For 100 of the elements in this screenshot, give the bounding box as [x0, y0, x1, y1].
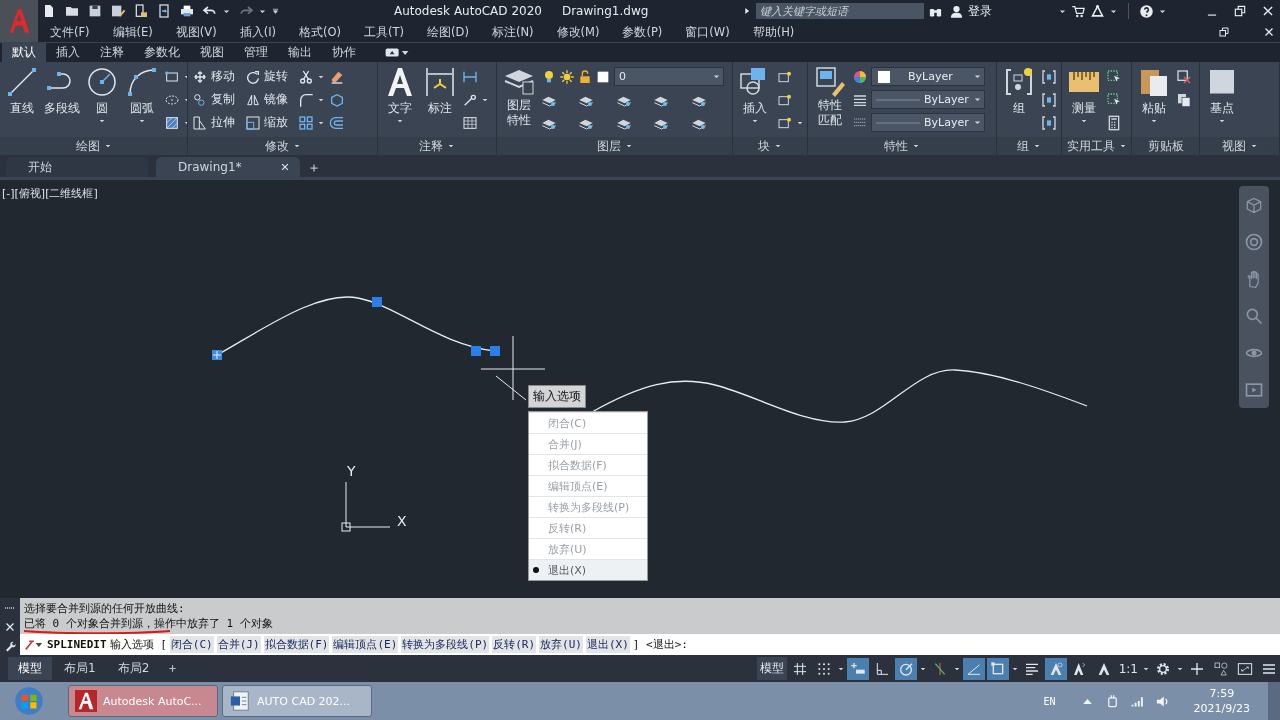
- panel-title-button[interactable]: 图层: [497, 137, 732, 155]
- array-tool-icon[interactable]: [298, 114, 314, 131]
- panel-title-button[interactable]: 绘图: [0, 137, 187, 155]
- ribbon-tool-button[interactable]: 测量: [1066, 66, 1102, 125]
- ribbon-tool-button[interactable]: 插入: [737, 66, 773, 125]
- ribbon-tab[interactable]: 注释: [90, 43, 134, 62]
- customize-dropdown-icon[interactable]: [271, 6, 280, 16]
- layout-tab[interactable]: 布局1: [54, 657, 106, 680]
- cart-icon[interactable]: [1071, 3, 1087, 19]
- ribbon-tool-button[interactable]: 圆: [84, 66, 120, 125]
- tracking-icon[interactable]: [962, 657, 985, 680]
- search-field[interactable]: 键入关键字或短语: [756, 3, 925, 19]
- calculator-icon[interactable]: [1106, 114, 1122, 131]
- ribbon-tool-button[interactable]: 图层特性: [501, 66, 537, 128]
- restore-icon[interactable]: [1233, 4, 1247, 18]
- ribbon-tool-button[interactable]: 多段线: [44, 66, 80, 117]
- cube-icon[interactable]: [329, 91, 345, 108]
- menu-item[interactable]: 编辑(E): [112, 24, 153, 40]
- close-icon[interactable]: [1261, 4, 1275, 18]
- ribbon-tool-button[interactable]: 复制: [192, 89, 241, 110]
- panel-title-button[interactable]: 剪贴板: [1132, 137, 1199, 155]
- ribbon-tool-button[interactable]: 旋转: [245, 66, 294, 87]
- dropdown[interactable]: ByLayer: [871, 67, 985, 86]
- ribbon-tool-button[interactable]: 基点: [1204, 66, 1240, 125]
- print-icon[interactable]: [179, 3, 195, 19]
- ribbon-tab[interactable]: 管理: [234, 43, 278, 62]
- polar-icon[interactable]: [894, 657, 917, 680]
- group-tool-icon[interactable]: [1041, 91, 1057, 108]
- dropdown[interactable]: ByLayer: [871, 113, 985, 132]
- grip-handle[interactable]: [372, 297, 382, 307]
- panel-title-button[interactable]: 组: [997, 137, 1061, 155]
- ribbon-tab[interactable]: 默认: [2, 43, 46, 62]
- command-option-link[interactable]: 拟合数据(F): [263, 636, 330, 653]
- group-tool-icon[interactable]: [1041, 68, 1057, 85]
- viewport-controls-label[interactable]: [-][俯视][二维线框]: [2, 186, 98, 201]
- ribbon-tool-button[interactable]: 粘贴: [1136, 66, 1172, 125]
- command-option-link[interactable]: 编辑顶点(E): [332, 636, 399, 653]
- model-space-button[interactable]: 模型: [756, 657, 787, 680]
- menu-item[interactable]: 插入(I): [239, 24, 277, 40]
- ribbon-tab[interactable]: 输出: [278, 43, 322, 62]
- menu-item[interactable]: 视图(V): [175, 24, 217, 40]
- steering-wheel-icon[interactable]: [1244, 231, 1264, 252]
- wrench-icon[interactable]: [4, 639, 16, 652]
- ribbon-tab[interactable]: 插入: [46, 43, 90, 62]
- command-input-field[interactable]: SPLINEDIT 输入选项 [ 闭合(C) 合并(J) 拟合数据(F) 编辑顶点(E) 转换为多段线(P) 反转(R) 放弃(U) 退出(X) ] <退出>:: [20, 634, 1280, 655]
- menu-item[interactable]: 参数(P): [622, 24, 663, 40]
- layout-tab[interactable]: 模型: [8, 657, 52, 680]
- command-option-link[interactable]: 转换为多段线(P): [401, 636, 490, 653]
- spline-curve[interactable]: [591, 369, 1088, 423]
- command-option-link[interactable]: 放弃(U): [539, 636, 583, 653]
- menu-item[interactable]: 帮助(H): [752, 24, 795, 40]
- color-wheel-icon[interactable]: [852, 68, 868, 85]
- constraint-icon[interactable]: [846, 657, 869, 680]
- triangle-nodes-icon[interactable]: [1090, 3, 1106, 19]
- ribbon-tool-button[interactable]: 文字: [382, 66, 418, 125]
- ribbon-tool-button[interactable]: 组: [1001, 66, 1037, 117]
- ribbon-tool-button[interactable]: 移动: [192, 66, 241, 87]
- add-layout-icon[interactable]: [167, 663, 179, 674]
- panel-toggle-icon[interactable]: [384, 46, 410, 59]
- ribbon-tool-button[interactable]: 标注: [422, 66, 458, 117]
- ribbon-tool-button[interactable]: 镜像: [245, 89, 294, 110]
- ribbon-tool-button[interactable]: 缩放: [245, 112, 294, 133]
- panel-title-button[interactable]: 特性: [808, 137, 996, 155]
- save-icon[interactable]: [87, 3, 103, 19]
- cut-icon[interactable]: [1176, 68, 1192, 85]
- copy-clip-icon[interactable]: [1176, 91, 1192, 108]
- ribbon-tool-button[interactable]: 直线: [4, 66, 40, 117]
- grip-handle[interactable]: [212, 350, 222, 360]
- help-icon[interactable]: [1139, 3, 1155, 19]
- hatch-tool-icon[interactable]: [164, 114, 180, 131]
- ribbon-tab[interactable]: 协作: [322, 43, 366, 62]
- dropdown[interactable]: 0: [614, 67, 724, 86]
- command-option-link[interactable]: 闭合(C): [169, 636, 214, 653]
- scissors-icon[interactable]: [298, 68, 314, 85]
- menu-item[interactable]: 文件(F): [50, 24, 90, 40]
- panel-title-button[interactable]: 实用工具: [1062, 137, 1131, 155]
- object-snap-icon[interactable]: [986, 657, 1009, 680]
- group-tool-icon[interactable]: [1041, 114, 1057, 131]
- save-as-icon[interactable]: [110, 3, 126, 19]
- command-option-link[interactable]: 合并(J): [216, 636, 261, 653]
- table-icon[interactable]: [462, 114, 478, 131]
- annotation-scale-button[interactable]: 1:1: [1116, 661, 1140, 676]
- command-option-link[interactable]: 退出(X): [586, 636, 630, 653]
- panel-title-button[interactable]: 修改: [188, 137, 377, 155]
- ribbon-tab[interactable]: 参数化: [134, 43, 190, 62]
- close-icon[interactable]: [4, 620, 16, 633]
- ribbon-tool-button[interactable]: 圆弧: [124, 66, 160, 125]
- menu-item[interactable]: 绘图(D): [427, 24, 469, 40]
- menu-item[interactable]: 修改(M): [556, 24, 600, 40]
- dropdown[interactable]: ByLayer: [871, 90, 985, 109]
- ribbon-tool-button[interactable]: 拉伸: [192, 112, 241, 133]
- panel-title-button[interactable]: 注释: [378, 137, 496, 155]
- offset-tool-icon[interactable]: [329, 114, 345, 131]
- close-icon[interactable]: [280, 162, 290, 172]
- close-icon[interactable]: [1263, 26, 1275, 38]
- start-button-icon[interactable]: [14, 686, 44, 716]
- panel-title-button[interactable]: 视图: [1200, 137, 1279, 155]
- menu-item[interactable]: 格式(O): [299, 24, 342, 40]
- fillet-tool-icon[interactable]: [298, 91, 314, 108]
- document-tab[interactable]: 开始: [6, 157, 148, 177]
